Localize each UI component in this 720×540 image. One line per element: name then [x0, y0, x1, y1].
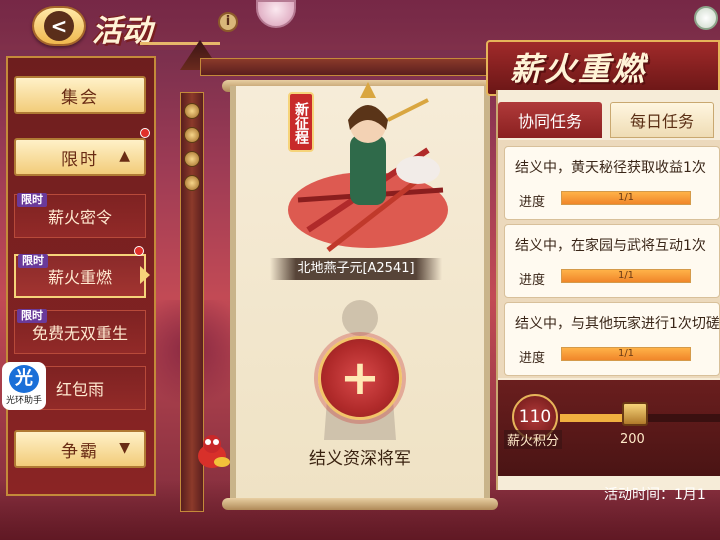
coin-icon [184, 175, 200, 191]
task-card: 结义中，黄天秘径获取收益1次 进度 1/1 [504, 146, 720, 220]
sidebar-item-xinhuo-miling[interactable]: 限时 薪火密令 [14, 193, 146, 238]
limited-tag: 限时 [18, 254, 48, 268]
mascot-icon[interactable] [192, 430, 232, 470]
notification-dot [134, 246, 144, 256]
scroll-rod-bottom [222, 498, 498, 510]
plus-icon: + [339, 350, 381, 406]
task-description: 结义中，在家园与武将互动1次 [515, 238, 706, 254]
sidebar-group-label: 争霸 [61, 441, 99, 462]
assistant-watermark[interactable]: 光 光环助手 [2, 362, 46, 410]
activity-time: 活动时间：1月1 [604, 487, 706, 503]
task-card: 结义中，与其他玩家进行1次切磋 进度 1/1 [504, 302, 720, 376]
progress-text: 1/1 [617, 270, 635, 281]
progress-bar: 1/1 [561, 347, 691, 361]
info-icon[interactable]: i [218, 12, 238, 32]
task-description: 结义中，黄天秘径获取收益1次 [515, 160, 706, 176]
coin-icon [184, 103, 200, 119]
sidebar-group-compete[interactable]: 争霸 ▼ [14, 430, 146, 468]
task-description: 结义中，与其他玩家进行1次切磋 [515, 316, 720, 332]
sidebar-group-label: 限时 [61, 149, 99, 170]
sidebar-item-label: 免费无双重生 [31, 324, 128, 343]
task-list[interactable]: 结义中，黄天秘径获取收益1次 进度 1/1 结义中，在家园与武将互动1次 进度 … [498, 140, 720, 378]
chevron-up-icon: ▲ [119, 148, 132, 164]
back-button[interactable]: < [32, 6, 86, 46]
progress-bar: 1/1 [561, 191, 691, 205]
hero-name: 北地燕子元[A2541] [270, 258, 442, 280]
event-title: 薪火重燃 [510, 50, 647, 88]
progress-bar: 1/1 [561, 269, 691, 283]
progress-label: 进度 [519, 351, 546, 366]
sidebar-item-label: 薪火密令 [47, 208, 112, 227]
title-decoration [140, 42, 220, 45]
tab-daily-tasks[interactable]: 每日任务 [610, 102, 714, 138]
sidebar: 集会 限时 ▲ 限时 薪火密令 限时 薪火重燃 限时 免费无双重生 红包雨 争霸… [6, 56, 156, 496]
active-indicator-arrow [140, 266, 150, 284]
reward-chest-icon[interactable] [622, 402, 648, 426]
assistant-logo-icon: 光 [9, 365, 39, 393]
progress-label: 进度 [519, 195, 546, 210]
back-arrow-icon: < [44, 11, 74, 41]
lotus-icon[interactable] [694, 6, 718, 30]
milestone-value: 200 [620, 432, 645, 447]
chevron-down-icon: ▼ [119, 440, 132, 456]
sidebar-group-label: 集会 [61, 87, 99, 108]
sidebar-group-limited[interactable]: 限时 ▲ [14, 138, 146, 176]
score-label: 薪火积分 [504, 430, 563, 449]
sidebar-item-xinhuo-chongran[interactable]: 限时 薪火重燃 [14, 254, 146, 298]
tab-cooperative-tasks[interactable]: 协同任务 [498, 102, 602, 138]
sidebar-item-label: 薪火重燃 [47, 268, 112, 287]
ally-label: 结义资深将军 [309, 449, 411, 469]
notification-dot [140, 128, 150, 138]
sidebar-item-free-rebirth[interactable]: 限时 免费无双重生 [14, 309, 146, 354]
assistant-label: 光环助手 [5, 396, 42, 406]
progress-label: 进度 [519, 273, 546, 288]
add-ally-button[interactable]: + [318, 336, 402, 420]
task-card: 结义中，在家园与武将互动1次 进度 1/1 [504, 224, 720, 298]
limited-tag: 限时 [17, 309, 47, 323]
progress-text: 1/1 [617, 192, 635, 203]
sidebar-item-label: 红包雨 [55, 380, 104, 399]
sidebar-group-gathering[interactable]: 集会 [14, 76, 146, 114]
coin-icon [184, 151, 200, 167]
progress-text: 1/1 [617, 348, 635, 359]
coin-icon [184, 127, 200, 143]
gate-beam [200, 58, 500, 76]
new-journey-badge: 新征程 [288, 92, 314, 152]
limited-tag: 限时 [17, 193, 47, 207]
